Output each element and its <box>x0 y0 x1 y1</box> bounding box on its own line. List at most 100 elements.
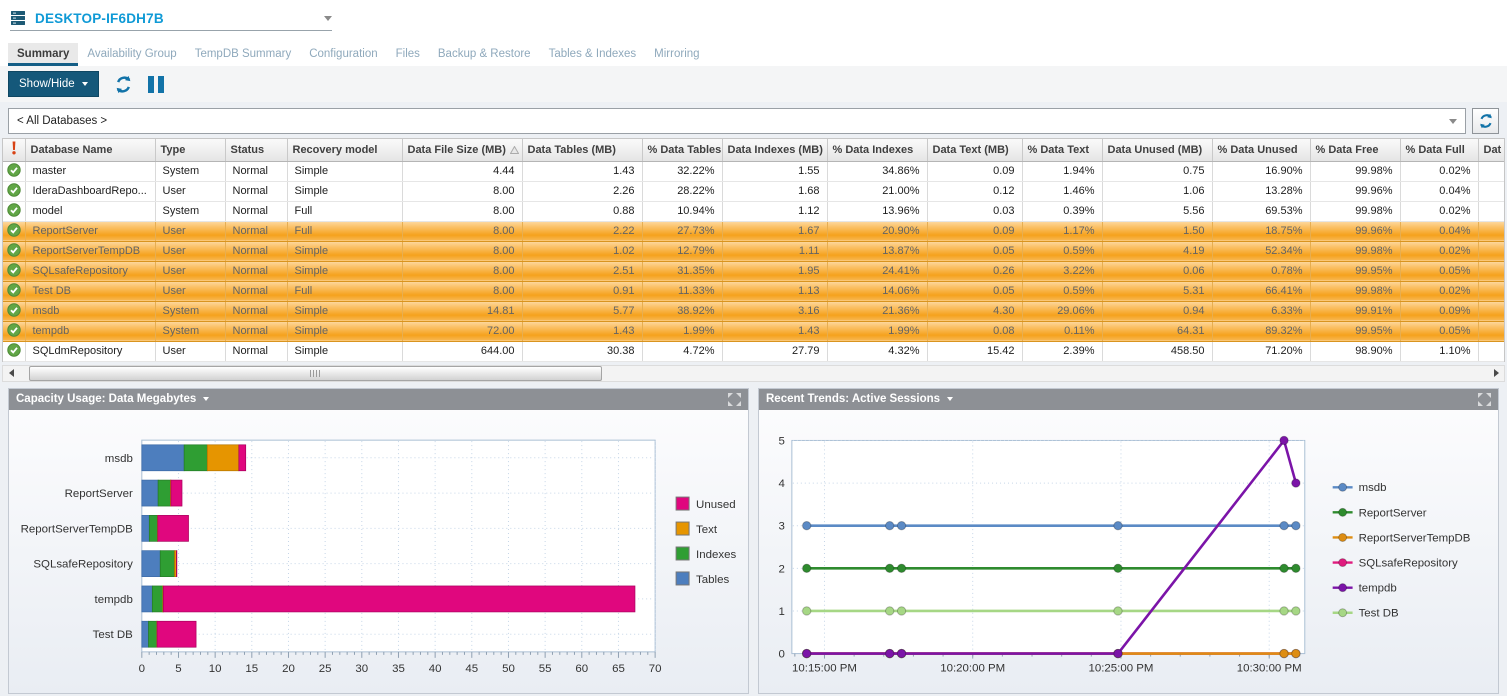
database-filter-dropdown[interactable]: < All Databases > <box>8 108 1466 134</box>
cell-data-unused-mb: 1.06 <box>1102 181 1212 201</box>
tab-backup-restore[interactable]: Backup & Restore <box>429 43 540 66</box>
cell-data-tables-mb: 0.88 <box>522 201 642 221</box>
refresh-icon[interactable] <box>114 75 133 94</box>
expand-icon[interactable] <box>728 393 741 406</box>
expand-icon[interactable] <box>1478 393 1491 406</box>
show-hide-button[interactable]: Show/Hide <box>8 71 99 97</box>
column-header-data-free[interactable]: % Data Free <box>1310 139 1400 161</box>
column-header-type[interactable]: Type <box>155 139 225 161</box>
cell-data-file-size-mb: 8.00 <box>402 261 522 281</box>
status-ok-icon <box>3 281 25 301</box>
cell-data-unused-mb: 5.31 <box>1102 281 1212 301</box>
cell-data-text: 29.06% <box>1022 301 1102 321</box>
cell-data-tables-mb: 1.43 <box>522 321 642 341</box>
table-row-reportservertempdb[interactable]: ReportServerTempDBUserNormalSimple8.001.… <box>3 241 1505 261</box>
column-header-data-text-mb[interactable]: Data Text (MB) <box>927 139 1022 161</box>
table-row-sqlsaferepository[interactable]: SQLsafeRepositoryUserNormalSimple8.002.5… <box>3 261 1505 281</box>
column-header-database-name[interactable]: Database Name <box>25 139 155 161</box>
column-header-data-full[interactable]: % Data Full <box>1400 139 1478 161</box>
scrollbar-track[interactable] <box>19 366 1488 381</box>
svg-text:Indexes: Indexes <box>696 548 736 560</box>
cell-data-unused: 71.20% <box>1212 341 1310 361</box>
cell-data-text: 0.59% <box>1022 241 1102 261</box>
cell-data-text: 1.94% <box>1022 161 1102 181</box>
cell-type: System <box>155 161 225 181</box>
table-row-sqldmrepository[interactable]: SQLdmRepositoryUserNormalSimple644.0030.… <box>3 341 1505 361</box>
cell-recovery-model: Simple <box>287 241 402 261</box>
table-row-model[interactable]: modelSystemNormalFull8.000.8810.94%1.121… <box>3 201 1505 221</box>
legend-item-indexes: Indexes <box>676 547 736 561</box>
tab-files[interactable]: Files <box>387 43 429 66</box>
cell-data-unused-mb: 4.19 <box>1102 241 1212 261</box>
table-row-msdb[interactable]: msdbSystemNormalSimple14.815.7738.92%3.1… <box>3 301 1505 321</box>
table-row-test-db[interactable]: Test DBUserNormalFull8.000.9111.33%1.131… <box>3 281 1505 301</box>
svg-text:25: 25 <box>319 662 332 674</box>
tab-availability-group[interactable]: Availability Group <box>78 43 185 66</box>
cell-data-unused: 69.53% <box>1212 201 1310 221</box>
cell-data-unused: 6.33% <box>1212 301 1310 321</box>
cell-data-unused: 89.32% <box>1212 321 1310 341</box>
svg-text:70: 70 <box>649 662 662 674</box>
table-row-master[interactable]: masterSystemNormalSimple4.441.4332.22%1.… <box>3 161 1505 181</box>
cell-type: System <box>155 201 225 221</box>
server-selector[interactable]: DESKTOP-IF6DH7B <box>10 10 332 31</box>
cell-data-full: 0.04% <box>1400 181 1478 201</box>
recent-trends-header[interactable]: Recent Trends: Active Sessions <box>759 389 1498 410</box>
cell-type: User <box>155 261 225 281</box>
cell-data-text-mb: 0.09 <box>927 221 1022 241</box>
capacity-usage-title: Capacity Usage: Data Megabytes <box>16 393 196 405</box>
recent-trends-title: Recent Trends: Active Sessions <box>766 393 940 405</box>
tab-tempdb-summary[interactable]: TempDB Summary <box>186 43 301 66</box>
column-header-data-tables[interactable]: % Data Tables <box>642 139 722 161</box>
scrollbar-thumb[interactable] <box>29 366 602 381</box>
tab-tables-indexes[interactable]: Tables & Indexes <box>540 43 646 66</box>
column-header-data-text[interactable]: % Data Text <box>1022 139 1102 161</box>
column-header-data-file-size-mb[interactable]: Data File Size (MB) <box>402 139 522 161</box>
scroll-right-arrow[interactable] <box>1488 366 1504 381</box>
svg-text:msdb: msdb <box>1359 482 1387 494</box>
column-header-recovery-model[interactable]: Recovery model <box>287 139 402 161</box>
cell-data-indexes: 24.41% <box>827 261 927 281</box>
cell-recovery-model: Simple <box>287 181 402 201</box>
column-header-data-unused-mb[interactable]: Data Unused (MB) <box>1102 139 1212 161</box>
svg-text:1: 1 <box>779 605 785 617</box>
scroll-left-arrow[interactable] <box>3 366 19 381</box>
column-header-data-unused[interactable]: % Data Unused <box>1212 139 1310 161</box>
svg-text:15: 15 <box>245 662 258 674</box>
table-row-tempdb[interactable]: tempdbSystemNormalSimple72.001.431.99%1.… <box>3 321 1505 341</box>
cell-data-full: 0.02% <box>1400 161 1478 181</box>
legend-item-test-db: Test DB <box>1333 607 1399 619</box>
main-content: < All Databases > Database NameTypeStatu… <box>0 102 1507 696</box>
cell-type: System <box>155 301 225 321</box>
filter-refresh-button[interactable] <box>1472 108 1499 134</box>
column-header-data-indexes[interactable]: % Data Indexes <box>827 139 927 161</box>
tab-summary[interactable]: Summary <box>8 43 78 66</box>
column-header-status[interactable]: Status <box>225 139 287 161</box>
cell-status: Normal <box>225 201 287 221</box>
cell-status: Normal <box>225 321 287 341</box>
cell-data-tables-mb: 2.51 <box>522 261 642 281</box>
tab-mirroring[interactable]: Mirroring <box>645 43 708 66</box>
cell-status: Normal <box>225 181 287 201</box>
table-row-ideradashboardrepo[interactable]: IderaDashboardRepo...UserNormalSimple8.0… <box>3 181 1505 201</box>
svg-text:Test DB: Test DB <box>93 629 134 641</box>
cell-data-text-mb: 0.05 <box>927 241 1022 261</box>
horizontal-scrollbar[interactable] <box>2 365 1505 382</box>
recent-trends-chart: 01234510:15:00 PM10:20:00 PM10:25:00 PM1… <box>759 410 1498 693</box>
table-row-reportserver[interactable]: ReportServerUserNormalFull8.002.2227.73%… <box>3 221 1505 241</box>
cell-data-file-size-mb: 4.44 <box>402 161 522 181</box>
column-header-data-indexes-mb[interactable]: Data Indexes (MB) <box>722 139 827 161</box>
cell-data-text: 1.17% <box>1022 221 1102 241</box>
tab-configuration[interactable]: Configuration <box>300 43 386 66</box>
column-header-alert[interactable] <box>3 139 25 161</box>
cell-data-unused: 52.34% <box>1212 241 1310 261</box>
server-name: DESKTOP-IF6DH7B <box>35 11 316 26</box>
column-header-data-tables-mb[interactable]: Data Tables (MB) <box>522 139 642 161</box>
pause-icon[interactable] <box>148 76 164 93</box>
svg-text:Test DB: Test DB <box>1359 607 1399 619</box>
column-header-dat[interactable]: Dat <box>1478 139 1505 161</box>
svg-text:60: 60 <box>575 662 588 674</box>
status-ok-icon <box>3 181 25 201</box>
cell-status: Normal <box>225 301 287 321</box>
capacity-usage-header[interactable]: Capacity Usage: Data Megabytes <box>9 389 748 410</box>
